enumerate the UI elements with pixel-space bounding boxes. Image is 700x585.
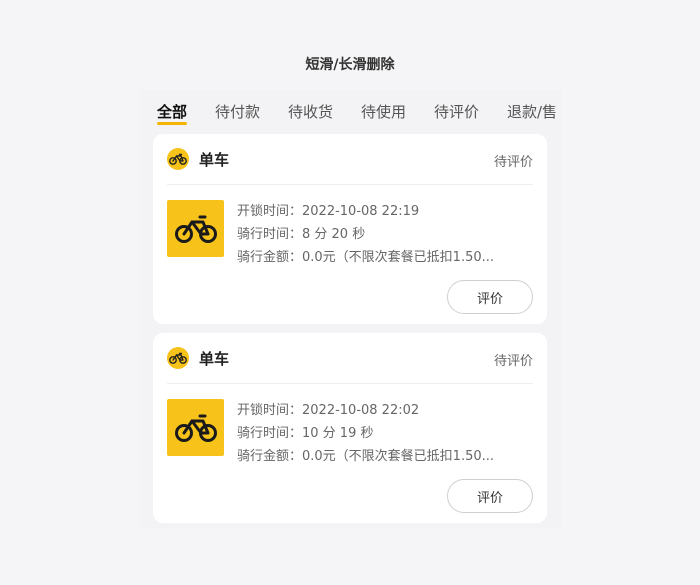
order-card[interactable]: 单车 待评价 开锁时间：2022-10-08 22:19 骑行时间：8 分 20… [153, 134, 547, 324]
order-details: 开锁时间：2022-10-08 22:02 骑行时间：10 分 19 秒 骑行金… [237, 399, 533, 468]
tab-all[interactable]: 全部 [157, 101, 187, 122]
ride-duration: 骑行时间：10 分 19 秒 [237, 426, 374, 441]
order-status: 待评价 [493, 354, 533, 369]
review-button[interactable]: 评价 [447, 280, 533, 314]
bicycle-icon [167, 347, 189, 369]
bicycle-icon [167, 200, 224, 257]
ride-amount: 骑行金额：0.0元（不限次套餐已抵扣1.50... [237, 250, 495, 265]
tab-pending-use[interactable]: 待使用 [361, 101, 406, 122]
order-card[interactable]: 单车 待评价 开锁时间：2022-10-08 22:02 骑行时间：10 分 1… [153, 333, 547, 523]
tab-pending-review[interactable]: 待评价 [434, 101, 479, 122]
order-brand-name: 单车 [199, 350, 230, 368]
card-divider [167, 184, 533, 185]
page-title: 短滑/长滑删除 [305, 57, 395, 73]
ride-duration: 骑行时间：8 分 20 秒 [237, 227, 366, 242]
review-button[interactable]: 评价 [447, 479, 533, 513]
ride-amount: 骑行金额：0.0元（不限次套餐已抵扣1.50... [237, 449, 495, 464]
tab-pending-payment[interactable]: 待付款 [215, 101, 260, 122]
order-brand-name: 单车 [199, 151, 230, 169]
active-tab-indicator [157, 122, 187, 125]
unlock-time: 开锁时间：2022-10-08 22:02 [237, 403, 420, 418]
order-status: 待评价 [493, 155, 533, 170]
order-card-header: 单车 待评价 [167, 148, 533, 172]
order-list-screen: 全部 待付款 待收货 待使用 待评价 退款/售 单车 待评价 开锁时间：2022… [140, 90, 562, 528]
bicycle-icon [167, 399, 224, 456]
order-details: 开锁时间：2022-10-08 22:19 骑行时间：8 分 20 秒 骑行金额… [237, 200, 533, 269]
bicycle-icon [167, 148, 189, 170]
card-divider [167, 383, 533, 384]
tab-pending-receipt[interactable]: 待收货 [288, 101, 333, 122]
unlock-time: 开锁时间：2022-10-08 22:19 [237, 204, 420, 219]
order-tabs: 全部 待付款 待收货 待使用 待评价 退款/售 [140, 90, 562, 130]
tab-refund-after-sale[interactable]: 退款/售 [507, 101, 557, 122]
order-card-header: 单车 待评价 [167, 347, 533, 371]
